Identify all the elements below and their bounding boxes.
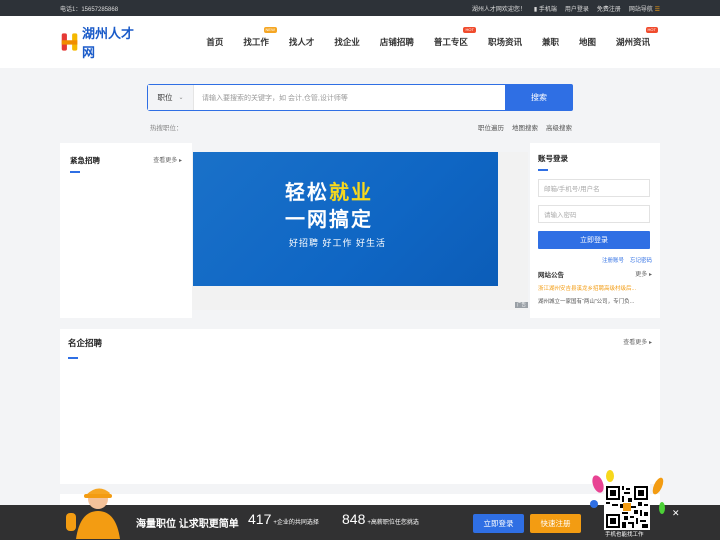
qr-caption: 手机也能找工作 [605,532,644,538]
mobile-link[interactable]: ▮ 手机端 [534,4,557,13]
qr-code [604,484,650,530]
top-bar: 电话1：15657285868 湖州人才网欢迎您！ ▮ 手机端 用户登录 免费注… [0,0,720,16]
job-count: 848 +高薪职位任您挑选 [342,511,419,527]
job-browse-link[interactable]: 职位遍历 [478,122,504,132]
close-icon[interactable]: ✕ [672,508,680,519]
logo-h-icon [61,33,78,51]
caret-right-icon: ▸ [178,158,182,164]
title-underline [70,171,80,173]
username-field[interactable]: 邮箱/手机号/用户名 [538,179,650,197]
banner-headline: 轻松就业 一网搞定 [285,182,373,231]
promo-slogan: 海量职位 让求职更简单 [136,519,239,530]
forgot-password-link[interactable]: 忘记密码 [630,256,652,264]
notice-item[interactable]: 浙江湖州安吉县溪龙乡招聘高级村级后... [538,284,652,292]
chevron-down-icon: ⌄ [178,95,184,101]
search-button[interactable]: 搜索 [505,84,573,111]
promo-banner[interactable]: 轻松就业 一网搞定 好招聘 好工作 好生活 [193,152,498,286]
title-underline [538,169,548,171]
map-search-link[interactable]: 地图搜索 [512,122,538,132]
advanced-search-link[interactable]: 高级搜索 [546,122,572,132]
banner-area: 轻松就业 一网搞定 好招聘 好工作 好生活 广告 [192,152,528,310]
login-button[interactable]: 立即登录 [538,231,650,249]
nav-worker-zone[interactable]: 普工专区 HOT [424,16,478,68]
search-input[interactable]: 请输入要搜索的关键字，如 会计,仓管,设计师等 [194,85,505,110]
main-nav: 首页 找工作 NEW 找人才 找企业 店铺招聘 普工专区 HOT 职场资讯 兼职 地… [196,16,660,68]
new-badge: NEW [263,27,277,33]
urgent-more-link[interactable]: 查看更多 ▸ [153,155,182,164]
nav-map[interactable]: 地图 [569,16,606,68]
caret-right-icon: ▸ [648,340,652,346]
search-bar: 职位 ⌄ 请输入要搜索的关键字，如 会计,仓管,设计师等 搜索 [147,84,573,111]
urgent-jobs-panel: 紧急招聘 查看更多 ▸ [60,143,192,318]
notice-title: 网站公告 [538,272,564,279]
title-underline [68,357,78,359]
hot-badge: HOT [645,27,658,33]
bottom-register-button[interactable]: 快速注册 [530,514,581,533]
urgent-title: 紧急招聘 [70,156,100,165]
nav-home[interactable]: 首页 [196,16,233,68]
mascot-illustration [66,488,120,539]
hot-search-label: 热搜职位： [150,125,183,132]
nav-find-company[interactable]: 找企业 [324,16,370,68]
company-count: 417 +企业的共同选择 [248,511,319,527]
famous-title: 名企招聘 [68,338,103,348]
nav-shop-jobs[interactable]: 店铺招聘 [370,16,424,68]
notice-item[interactable]: 湖州城立一家国有“两山”公司，专门负... [538,297,652,305]
qr-code-image [606,486,648,528]
search-type-select[interactable]: 职位 ⌄ [148,85,194,110]
bottom-login-button[interactable]: 立即登录 [473,514,524,533]
password-field[interactable]: 请输入密码 [538,205,650,223]
famous-more-link[interactable]: 查看更多 ▸ [623,337,652,346]
logo-text: 湖州人才网 [82,26,135,60]
site-nav-link[interactable]: 网站导航 ☰ [629,4,660,13]
nav-find-talent[interactable]: 找人才 [279,16,325,68]
caret-right-icon: ▸ [648,272,652,278]
login-link[interactable]: 用户登录 [565,4,589,13]
ad-tag: 广告 [515,302,528,308]
register-link[interactable]: 免费注册 [597,4,621,13]
nav-career-news[interactable]: 职场资讯 [478,16,532,68]
hot-badge: HOT [463,27,476,33]
welcome-text: 湖州人才网欢迎您！ [471,6,526,13]
register-account-link[interactable]: 注册账号 [602,256,624,264]
nav-part-time[interactable]: 兼职 [532,16,569,68]
banner-tagline: 好招聘 好工作 好生活 [289,238,387,248]
hot-search-row: 热搜职位： 职位遍历 地图搜索 高级搜索 [150,122,572,132]
nav-find-job[interactable]: 找工作 NEW [233,16,279,68]
site-logo[interactable]: 湖州人才网 [60,23,138,61]
contact-phone: 电话1：15657285868 [60,6,119,13]
menu-icon: ☰ [654,6,660,13]
famous-companies-panel: 名企招聘 查看更多 ▸ [60,329,660,484]
nav-huzhou-news[interactable]: 湖州资讯 HOT [606,16,660,68]
header: 湖州人才网 首页 找工作 NEW 找人才 找企业 店铺招聘 普工专区 HOT 职场资… [0,16,720,68]
login-title: 账号登录 [538,154,568,163]
login-panel: 账号登录 邮箱/手机号/用户名 请输入密码 立即登录 注册账号 忘记密码 网站公… [530,143,660,318]
notice-more-link[interactable]: 更多 ▸ [635,269,652,279]
